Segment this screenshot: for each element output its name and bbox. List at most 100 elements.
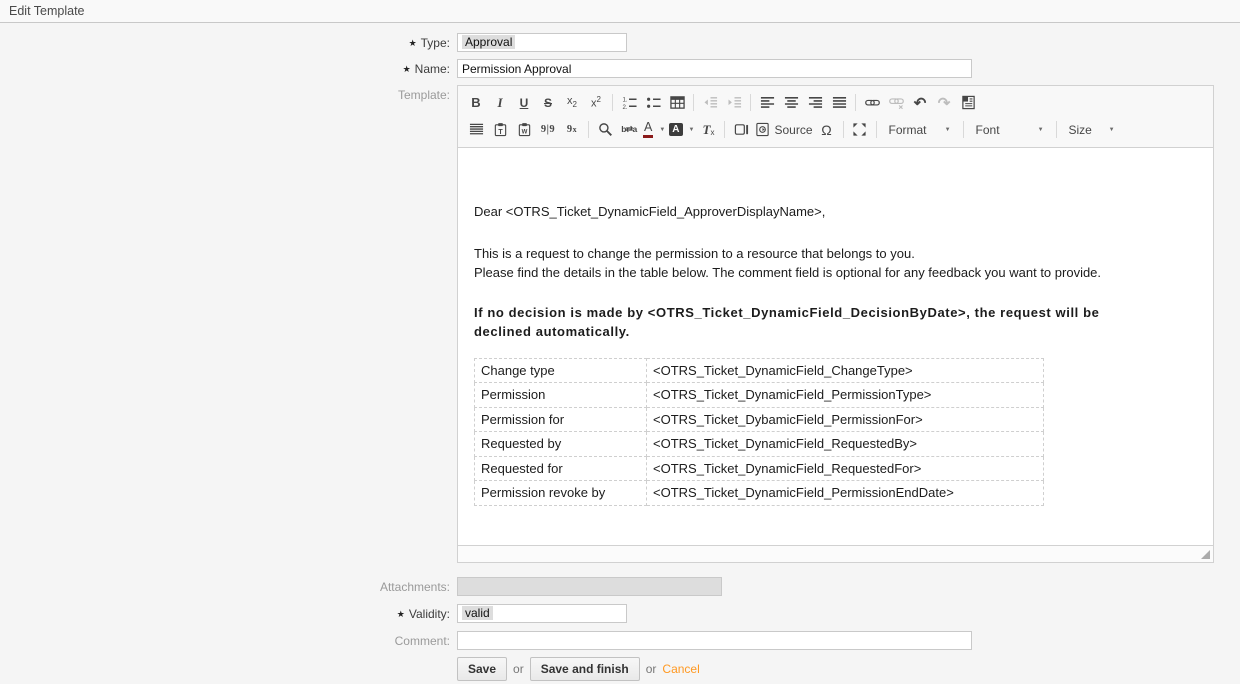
save-button[interactable]: Save — [457, 657, 507, 681]
toolbar-separator — [876, 121, 877, 138]
link-button[interactable] — [860, 91, 884, 115]
text-color-button[interactable]: A▼ — [641, 118, 667, 142]
required-marker: ★ — [403, 64, 411, 74]
template-table-cell: Change type — [475, 358, 647, 383]
superscript-icon: x2 — [591, 95, 601, 110]
type-select[interactable]: Approval — [457, 33, 627, 52]
split-quote-button[interactable]: 9|9 — [536, 118, 560, 142]
svg-text:2.: 2. — [622, 104, 627, 110]
form-actions: Save or Save and finish or Cancel — [457, 657, 1240, 681]
template-table-cell: <OTRS_Ticket_DynamicField_PermissionType… — [647, 383, 1044, 408]
svg-text:1.: 1. — [622, 97, 627, 104]
unlink-icon — [889, 95, 904, 110]
redo-button: ↷ — [932, 91, 956, 115]
required-marker: ★ — [397, 609, 405, 619]
text-color-icon: A▼ — [643, 121, 665, 137]
paste-from-word-button[interactable]: W — [512, 118, 536, 142]
size-combo[interactable]: Size▼ — [1061, 118, 1123, 142]
template-label: Template: — [0, 85, 450, 102]
template-table-cell: <OTRS_Ticket_DynamicField_PermissionEndD… — [647, 481, 1044, 506]
validity-select[interactable]: valid — [457, 604, 627, 623]
undo-button[interactable]: ↶ — [908, 91, 932, 115]
strikethrough-button[interactable]: S — [536, 91, 560, 115]
image-icon — [734, 122, 749, 137]
page-header: Edit Template — [0, 0, 1240, 23]
editor-paragraph-bold: If no decision is made by <OTRS_Ticket_D… — [474, 303, 1197, 342]
editor-content[interactable]: Dear <OTRS_Ticket_DynamicField_ApproverD… — [458, 148, 1213, 545]
redo-icon: ↷ — [938, 94, 951, 112]
toolbar-separator — [855, 94, 856, 111]
type-value: Approval — [462, 35, 515, 49]
name-label: ★Name: — [0, 59, 450, 76]
underline-icon: U — [520, 96, 529, 110]
text-lines-icon — [469, 122, 484, 137]
editor-footer — [458, 545, 1213, 562]
editor-paragraph: This is a request to change the permissi… — [474, 244, 1197, 283]
editor-resize-handle[interactable] — [1201, 550, 1210, 559]
source-button[interactable]: Source — [753, 118, 814, 142]
remove-format-button[interactable]: Tx — [696, 118, 720, 142]
edit-template-form: ★Type: Approval ★Name: Template: BIU Sx2 x… — [0, 23, 1240, 681]
split-quote-icon: 9|9 — [541, 124, 555, 135]
align-center-button[interactable] — [779, 91, 803, 115]
template-table-row: Permission<OTRS_Ticket_DynamicField_Perm… — [475, 383, 1044, 408]
justify-button[interactable] — [827, 91, 851, 115]
template-table-cell: Requested by — [475, 432, 647, 457]
replace-icon: b⇄a — [621, 124, 637, 135]
background-color-button[interactable]: A▼ — [667, 118, 696, 142]
special-char-button[interactable]: Ω — [815, 118, 839, 142]
name-input[interactable] — [457, 59, 972, 78]
outdent-button — [698, 91, 722, 115]
validity-label: ★Validity: — [0, 604, 450, 621]
image-button[interactable] — [729, 118, 753, 142]
table-icon — [670, 95, 685, 110]
type-label: ★Type: — [0, 33, 450, 50]
toolbar-separator — [1056, 121, 1057, 138]
indent-icon — [727, 95, 742, 110]
source-icon — [755, 122, 770, 137]
align-left-button[interactable] — [755, 91, 779, 115]
template-table-row: Requested for<OTRS_Ticket_DynamicField_R… — [475, 456, 1044, 481]
numbered-list-button[interactable]: 1.2. — [617, 91, 641, 115]
paste-text-button[interactable]: T — [488, 118, 512, 142]
name-row: ★Name: — [0, 59, 1240, 78]
bold-button[interactable]: B — [464, 91, 488, 115]
toolbar-separator — [693, 94, 694, 111]
type-row: ★Type: Approval — [0, 33, 1240, 52]
required-marker: ★ — [409, 38, 417, 48]
toolbar-separator — [843, 121, 844, 138]
subscript-button[interactable]: x2 — [560, 91, 584, 115]
line-spacing-button[interactable] — [464, 118, 488, 142]
or-text: or — [513, 662, 524, 676]
toolbar-separator — [724, 121, 725, 138]
format-combo[interactable]: Format ▼ — [881, 118, 959, 142]
template-table-cell: Requested for — [475, 456, 647, 481]
align-right-button[interactable] — [803, 91, 827, 115]
maximize-button[interactable] — [848, 118, 872, 142]
underline-button[interactable]: U — [512, 91, 536, 115]
svg-text:W: W — [521, 129, 527, 136]
font-combo[interactable]: Font▼ — [968, 118, 1052, 142]
italic-button[interactable]: I — [488, 91, 512, 115]
replace-button[interactable]: b⇄a — [617, 118, 641, 142]
align-justify-icon — [832, 95, 847, 110]
bulleted-list-button[interactable] — [641, 91, 665, 115]
select-all-icon — [961, 95, 976, 110]
format-combo-label: Format — [889, 123, 927, 137]
table-button[interactable] — [665, 91, 689, 115]
strike-icon: S — [544, 96, 552, 110]
template-row: Template: BIUSx2x21.2.↶↷ TW9|99xb⇄aA▼A▼T… — [0, 85, 1240, 563]
toolbar-separator — [612, 94, 613, 111]
comment-input[interactable] — [457, 631, 972, 650]
toolbar-separator — [588, 121, 589, 138]
comment-row: Comment: — [0, 631, 1240, 650]
remove-quote-button[interactable]: 9x — [560, 118, 584, 142]
select-all-button[interactable] — [956, 91, 980, 115]
cancel-link[interactable]: Cancel — [662, 662, 699, 676]
dropdown-caret-icon: ▼ — [945, 127, 951, 133]
template-table-row: Change type<OTRS_Ticket_DynamicField_Cha… — [475, 358, 1044, 383]
superscript-button[interactable]: x2 — [584, 91, 608, 115]
save-and-finish-button[interactable]: Save and finish — [530, 657, 640, 681]
find-icon — [598, 122, 613, 137]
find-button[interactable] — [593, 118, 617, 142]
